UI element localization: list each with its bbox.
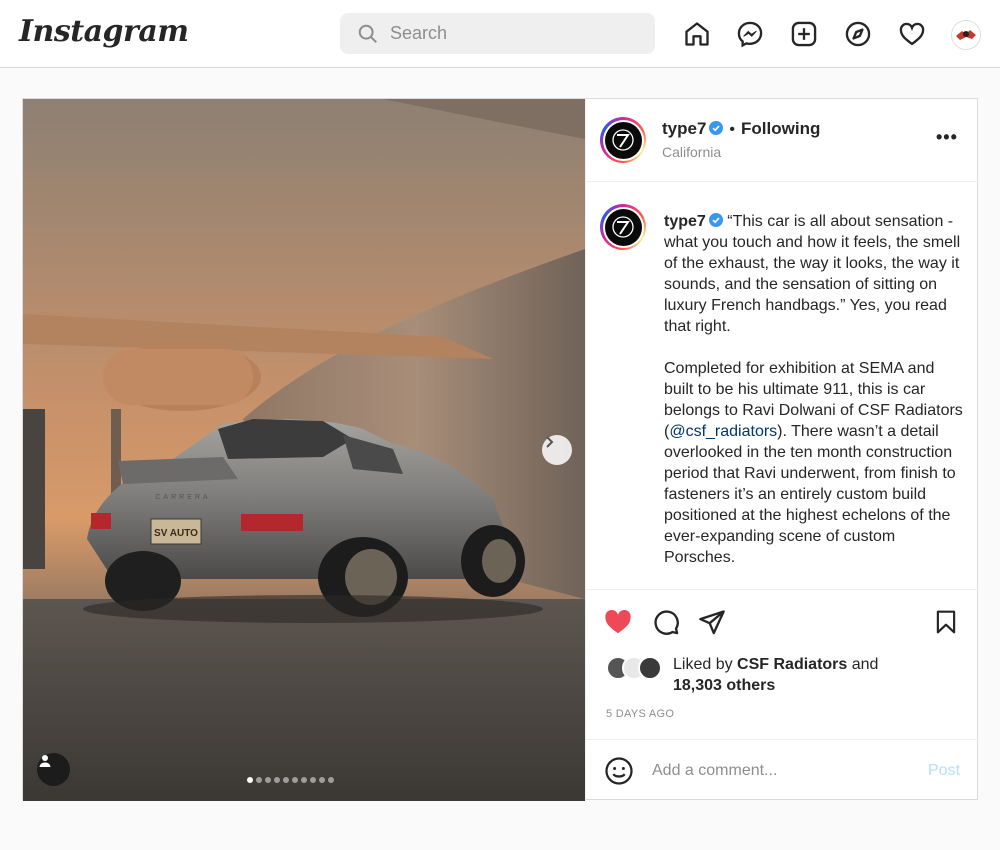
save-button[interactable] <box>930 606 962 638</box>
search-box[interactable] <box>340 13 655 54</box>
post-card: SV AUTO CARRERA type7 • Following Califo… <box>22 98 978 801</box>
carousel-indicator <box>247 777 334 783</box>
activity-heart-icon[interactable] <box>896 18 928 50</box>
post-comment-button[interactable]: Post <box>928 762 960 780</box>
comment-input[interactable] <box>652 754 902 788</box>
carousel-dot <box>328 777 334 783</box>
home-icon[interactable] <box>681 18 713 50</box>
instagram-logo[interactable]: Instagram <box>19 14 189 49</box>
likes-summary: Liked by CSF Radiators and 18,303 others <box>673 654 963 696</box>
comment-composer: Post <box>586 739 978 802</box>
author-avatar[interactable] <box>600 117 646 163</box>
new-post-icon[interactable] <box>788 18 820 50</box>
type7-logo-icon <box>612 129 634 151</box>
search-icon <box>358 24 377 43</box>
bookmark-icon <box>936 610 956 634</box>
carousel-next-button[interactable] <box>542 435 572 465</box>
caption-author-avatar[interactable] <box>600 204 646 250</box>
caption-paragraph-1: type7 “This car is all about sensation -… <box>664 211 966 337</box>
user-tag-icon <box>39 755 51 767</box>
post-sidebar: type7 • Following California ••• type7 “Th… <box>585 99 978 801</box>
post-header: type7 • Following California ••• <box>586 99 978 182</box>
caption-text-2b: ). There wasn’t a detail overlooked in t… <box>664 423 956 566</box>
share-button[interactable] <box>696 606 728 638</box>
post-actions-section: Liked by CSF Radiators and 18,303 others… <box>586 589 978 801</box>
carousel-dot <box>292 777 298 783</box>
profile-avatar[interactable] <box>951 20 981 50</box>
post-location[interactable]: California <box>662 144 721 160</box>
chevron-right-icon <box>546 436 554 448</box>
like-button[interactable] <box>602 606 634 638</box>
liked-by-user-link[interactable]: CSF Radiators <box>737 656 847 673</box>
tagged-users-button[interactable] <box>37 753 70 786</box>
carousel-dot <box>310 777 316 783</box>
carousel-dot <box>319 777 325 783</box>
liker-avatars[interactable] <box>606 656 666 680</box>
author-username[interactable]: type7 <box>662 119 706 138</box>
badge-text: CARRERA <box>155 494 210 501</box>
comment-icon <box>654 610 679 635</box>
caption-paragraph-2: Completed for exhibition at SEMA and bui… <box>664 358 966 568</box>
comment-button[interactable] <box>650 606 682 638</box>
search-input[interactable] <box>390 13 640 54</box>
post-photo[interactable]: SV AUTO CARRERA <box>23 99 585 801</box>
carousel-dot <box>265 777 271 783</box>
liked-by-and: and <box>851 656 879 673</box>
verified-badge-icon <box>708 213 723 227</box>
post-photo-image: SV AUTO CARRERA <box>23 99 585 801</box>
caption-username[interactable]: type7 <box>664 213 706 230</box>
carousel-dot <box>283 777 289 783</box>
heart-filled-icon <box>605 609 631 634</box>
likes-count-link[interactable]: 18,303 others <box>673 677 775 694</box>
type7-logo-icon <box>612 216 634 238</box>
separator-dot: • <box>729 121 736 138</box>
messenger-icon[interactable] <box>734 18 766 50</box>
verified-badge-icon <box>709 121 724 135</box>
carousel-dot <box>274 777 280 783</box>
following-button[interactable]: Following <box>741 119 820 138</box>
explore-icon[interactable] <box>842 18 874 50</box>
send-icon <box>699 610 725 635</box>
emoji-icon[interactable] <box>604 756 634 786</box>
carousel-dot <box>247 777 253 783</box>
carousel-dot <box>256 777 262 783</box>
post-timestamp[interactable]: 5 DAYS AGO <box>606 708 674 720</box>
carousel-dot <box>301 777 307 783</box>
more-options-icon[interactable]: ••• <box>936 127 958 148</box>
caption-text-1: “This car is all about sensation - what … <box>664 213 961 335</box>
license-plate-text: SV AUTO <box>154 528 198 539</box>
top-navigation-bar: Instagram <box>0 0 1000 68</box>
caption-mention-link[interactable]: @csf_radiators <box>669 423 777 440</box>
liker-avatar <box>638 656 662 680</box>
liked-by-prefix: Liked by <box>673 656 733 673</box>
post-caption: type7 “This car is all about sensation -… <box>664 211 966 589</box>
